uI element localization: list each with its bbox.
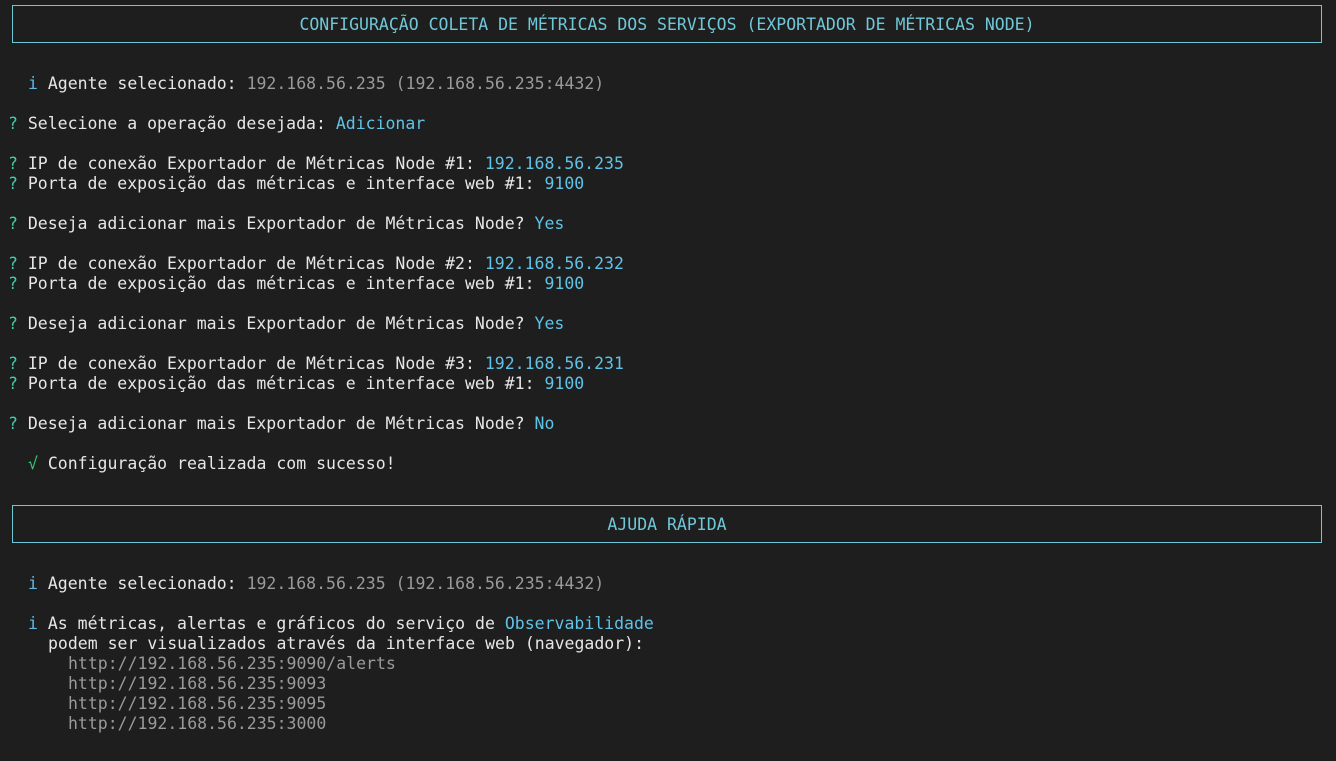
- question-icon: ?: [8, 254, 18, 273]
- exporter-port-line: ? Porta de exposição das métricas e inte…: [8, 274, 584, 294]
- help-agent-value: 192.168.56.235 (192.168.56.235:4432): [246, 574, 605, 593]
- question-icon: ?: [8, 354, 18, 373]
- add-more-line: ? Deseja adicionar mais Exportador de Mé…: [8, 214, 564, 234]
- info-icon: i: [28, 614, 38, 633]
- config-header-title: CONFIGURAÇÃO COLETA DE MÉTRICAS DOS SERV…: [299, 14, 1035, 34]
- url-9095[interactable]: http://192.168.56.235:9095: [68, 694, 326, 714]
- agent-label: Agente selecionado:: [47, 74, 237, 93]
- exporter-ip-line: ? IP de conexão Exportador de Métricas N…: [8, 254, 624, 274]
- success-line: √ Configuração realizada com sucesso!: [28, 454, 396, 474]
- question-icon: ?: [8, 174, 18, 193]
- operation-value[interactable]: Adicionar: [336, 114, 425, 133]
- agent-value: 192.168.56.235 (192.168.56.235:4432): [246, 74, 605, 93]
- config-header-box: CONFIGURAÇÃO COLETA DE MÉTRICAS DOS SERV…: [12, 5, 1322, 43]
- add-more-label: Deseja adicionar mais Exportador de Métr…: [27, 414, 525, 433]
- exporter-port-label: Porta de exposição das métricas e interf…: [27, 274, 535, 293]
- exporter-ip-line: ? IP de conexão Exportador de Métricas N…: [8, 154, 624, 174]
- exporter-ip-value[interactable]: 192.168.56.235: [485, 154, 624, 173]
- add-more-value[interactable]: Yes: [535, 214, 565, 233]
- question-icon: ?: [8, 374, 18, 393]
- add-more-value[interactable]: No: [535, 414, 555, 433]
- observability-text: As métricas, alertas e gráficos do servi…: [47, 614, 495, 633]
- exporter-ip-value[interactable]: 192.168.56.231: [485, 354, 624, 373]
- question-icon: ?: [8, 414, 18, 433]
- add-more-label: Deseja adicionar mais Exportador de Métr…: [27, 214, 525, 233]
- terminal-window: CONFIGURAÇÃO COLETA DE MÉTRICAS DOS SERV…: [0, 0, 1336, 761]
- exporter-port-value[interactable]: 9100: [544, 274, 584, 293]
- add-more-label: Deseja adicionar mais Exportador de Métr…: [27, 314, 525, 333]
- operation-line: ? Selecione a operação desejada: Adicion…: [8, 114, 425, 134]
- add-more-line: ? Deseja adicionar mais Exportador de Mé…: [8, 414, 554, 434]
- add-more-value[interactable]: Yes: [535, 314, 565, 333]
- observability-line: i As métricas, alertas e gráficos do ser…: [28, 614, 654, 634]
- url-3000[interactable]: http://192.168.56.235:3000: [68, 714, 326, 734]
- question-icon: ?: [8, 314, 18, 333]
- info-icon: i: [28, 74, 38, 93]
- exporter-ip-label: IP de conexão Exportador de Métricas Nod…: [27, 354, 475, 373]
- url-alerts[interactable]: http://192.168.56.235:9090/alerts: [68, 654, 396, 674]
- question-icon: ?: [8, 274, 18, 293]
- agent-line: i Agente selecionado: 192.168.56.235 (19…: [28, 74, 604, 94]
- help-header-title: AJUDA RÁPIDA: [607, 514, 727, 534]
- check-icon: √: [28, 454, 38, 473]
- operation-label: Selecione a operação desejada:: [27, 114, 326, 133]
- exporter-ip-line: ? IP de conexão Exportador de Métricas N…: [8, 354, 624, 374]
- exporter-port-label: Porta de exposição das métricas e interf…: [27, 174, 535, 193]
- exporter-port-line: ? Porta de exposição das métricas e inte…: [8, 174, 584, 194]
- add-more-line: ? Deseja adicionar mais Exportador de Mé…: [8, 314, 564, 334]
- question-icon: ?: [8, 154, 18, 173]
- observability-text-2: podem ser visualizados através da interf…: [48, 634, 645, 653]
- exporter-ip-label: IP de conexão Exportador de Métricas Nod…: [27, 154, 475, 173]
- question-icon: ?: [8, 114, 18, 133]
- observability-highlight: Observabilidade: [504, 614, 654, 633]
- question-icon: ?: [8, 214, 18, 233]
- help-agent-label: Agente selecionado:: [47, 574, 237, 593]
- help-header-box: AJUDA RÁPIDA: [12, 505, 1322, 543]
- info-icon: i: [28, 574, 38, 593]
- exporter-ip-value[interactable]: 192.168.56.232: [485, 254, 624, 273]
- url-9093[interactable]: http://192.168.56.235:9093: [68, 674, 326, 694]
- exporter-port-value[interactable]: 9100: [544, 174, 584, 193]
- exporter-port-value[interactable]: 9100: [544, 374, 584, 393]
- exporter-port-line: ? Porta de exposição das métricas e inte…: [8, 374, 584, 394]
- success-message: Configuração realizada com sucesso!: [47, 454, 396, 473]
- help-agent-line: i Agente selecionado: 192.168.56.235 (19…: [28, 574, 604, 594]
- exporter-port-label: Porta de exposição das métricas e interf…: [27, 374, 535, 393]
- exporter-ip-label: IP de conexão Exportador de Métricas Nod…: [27, 254, 475, 273]
